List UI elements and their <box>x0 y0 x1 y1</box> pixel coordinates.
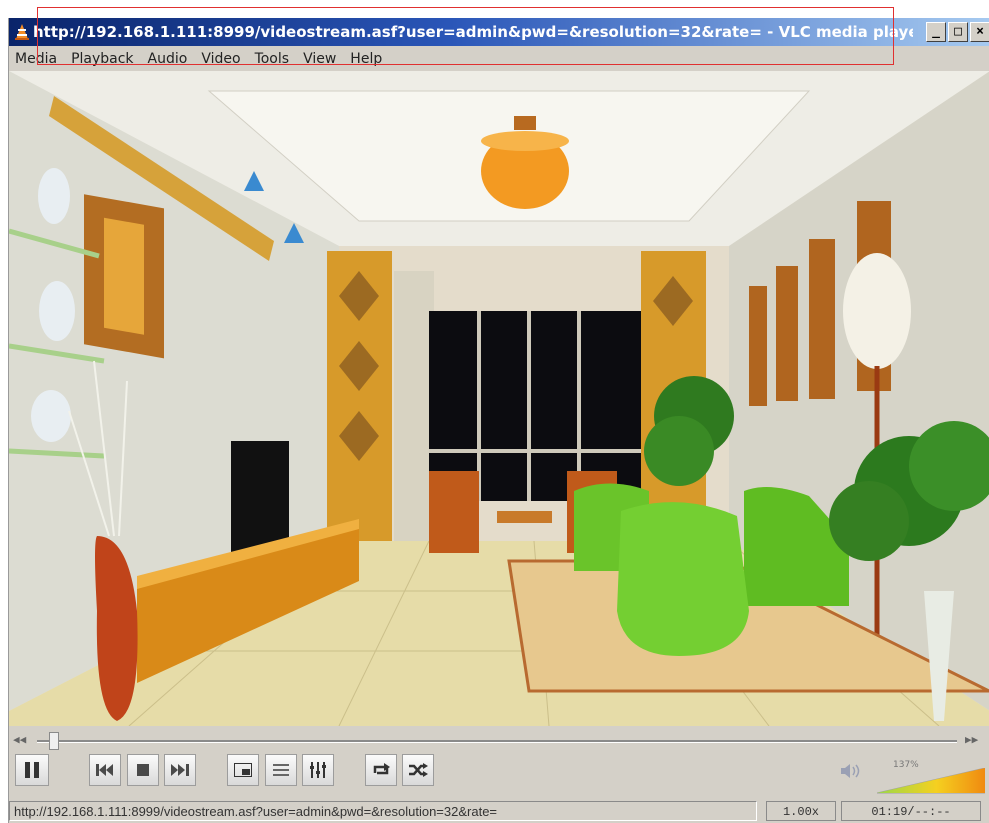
menu-tools[interactable]: Tools <box>255 48 290 70</box>
pause-button[interactable] <box>15 754 49 786</box>
window-title: http://192.168.1.111:8999/videostream.as… <box>33 23 913 41</box>
previous-button[interactable] <box>89 754 121 786</box>
loop-button[interactable] <box>365 754 397 786</box>
menu-media[interactable]: Media <box>15 48 57 70</box>
minimize-button[interactable]: _ <box>926 22 946 42</box>
menu-video[interactable]: Video <box>201 48 240 70</box>
fullscreen-icon <box>234 763 252 777</box>
stop-icon <box>137 764 149 776</box>
menu-view[interactable]: View <box>303 48 336 70</box>
playlist-button[interactable] <box>265 754 297 786</box>
shuffle-icon <box>409 763 428 777</box>
seek-track[interactable] <box>37 740 957 743</box>
vlc-cone-icon <box>15 24 29 40</box>
title-bar[interactable]: http://192.168.1.111:8999/videostream.as… <box>9 18 989 46</box>
playlist-icon <box>273 764 289 776</box>
previous-icon <box>96 764 113 776</box>
window-controls: _ □ × <box>926 22 989 42</box>
menu-help[interactable]: Help <box>350 48 382 70</box>
menu-audio[interactable]: Audio <box>148 48 188 70</box>
menu-bar: Media Playback Audio Video Tools View He… <box>9 48 989 70</box>
pause-icon <box>25 762 39 778</box>
menu-playback[interactable]: Playback <box>71 48 133 70</box>
rewind-icon[interactable]: ◀◀ <box>13 733 26 746</box>
next-button[interactable] <box>164 754 196 786</box>
close-button[interactable]: × <box>970 22 989 42</box>
living-room-image <box>9 71 989 726</box>
status-url: http://192.168.1.111:8999/videostream.as… <box>9 801 757 821</box>
vlc-window: http://192.168.1.111:8999/videostream.as… <box>8 18 989 823</box>
equalizer-button[interactable] <box>302 754 334 786</box>
stop-button[interactable] <box>127 754 159 786</box>
maximize-button[interactable]: □ <box>948 22 968 42</box>
fullscreen-button[interactable] <box>227 754 259 786</box>
video-frame[interactable] <box>9 71 989 726</box>
seek-thumb[interactable] <box>49 732 59 750</box>
equalizer-icon <box>310 762 326 778</box>
playback-speed[interactable]: 1.00x <box>766 801 836 821</box>
fast-forward-icon[interactable]: ▶▶ <box>965 733 978 746</box>
loop-icon <box>373 763 390 775</box>
volume-slider[interactable] <box>877 768 985 794</box>
status-bar: http://192.168.1.111:8999/videostream.as… <box>9 800 989 822</box>
time-display[interactable]: 01:19/--:-- <box>841 801 981 821</box>
seek-bar[interactable]: ◀◀ ▶▶ <box>9 730 989 752</box>
speaker-icon[interactable] <box>841 763 865 779</box>
shuffle-button[interactable] <box>402 754 434 786</box>
next-icon <box>171 764 189 776</box>
